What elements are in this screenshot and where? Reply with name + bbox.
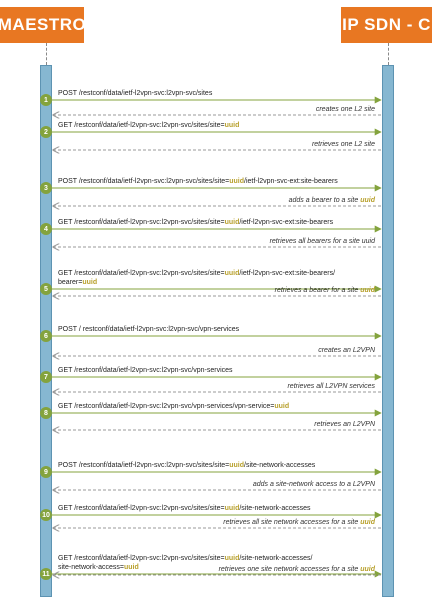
uuid-token: uuid (224, 270, 240, 277)
text-segment: /site-network-accesses (244, 462, 316, 469)
step-number-badge: 7 (40, 371, 52, 383)
uuid-token: uuid (224, 122, 240, 129)
response-label: adds a site-network access to a L2VPN (253, 480, 375, 489)
text-segment: POST / restconf/data/ietf-l2vpn-svc:l2vp… (58, 326, 240, 333)
text-segment: retrieves an L2VPN (314, 421, 375, 428)
step-number-badge: 4 (40, 223, 52, 235)
uuid-token: uuid (360, 566, 375, 573)
text-segment: retrieves a bearer for a site (274, 287, 361, 294)
uuid-token: uuid (360, 287, 375, 294)
text-segment: GET /restconf/data/ietf-l2vpn-svc:l2vpn-… (58, 270, 225, 277)
response-label: retrieves one site network accesses for … (219, 565, 375, 574)
text-segment: site-network-access= (58, 564, 124, 571)
uuid-token: uuid (82, 279, 98, 286)
uuid-token: uuid (360, 519, 375, 526)
response-label: retrieves all site network accesses for … (223, 518, 375, 527)
text-segment: GET /restconf/data/ietf-l2vpn-svc:l2vpn-… (58, 367, 233, 374)
request-label: POST /restconf/data/ietf-l2vpn-svc:l2vpn… (58, 461, 315, 470)
response-label: creates one L2 site (316, 105, 375, 114)
request-label: GET /restconf/data/ietf-l2vpn-svc:l2vpn-… (58, 504, 311, 513)
step-number-badge: 8 (40, 407, 52, 419)
uuid-token: uuid (229, 178, 245, 185)
text-segment: GET /restconf/data/ietf-l2vpn-svc:l2vpn-… (58, 505, 225, 512)
response-label: retrieves an L2VPN (314, 420, 375, 429)
text-segment: GET /restconf/data/ietf-l2vpn-svc:l2vpn-… (58, 122, 225, 129)
step-number-badge: 5 (40, 283, 52, 295)
step-number-badge: 2 (40, 126, 52, 138)
text-segment: /ietf-l2vpn-svc-ext:site-bearers/ (239, 270, 336, 277)
text-segment: GET /restconf/data/ietf-l2vpn-svc:l2vpn-… (58, 403, 275, 410)
step-number-badge: 9 (40, 466, 52, 478)
request-label: GET /restconf/data/ietf-l2vpn-svc:l2vpn-… (58, 121, 239, 130)
step-number-badge: 11 (40, 568, 52, 580)
text-segment: retrieves all L2VPN services (287, 383, 375, 390)
request-label: POST /restconf/data/ietf-l2vpn-svc:l2vpn… (58, 89, 212, 98)
uuid-token: uuid (229, 462, 245, 469)
text-segment: adds a site-network access to a L2VPN (252, 481, 375, 488)
text-segment: POST /restconf/data/ietf-l2vpn-svc:l2vpn… (58, 90, 213, 97)
text-segment: /site-network-accesses/ (239, 555, 313, 562)
step-number-badge: 6 (40, 330, 52, 342)
text-segment: retrieves all bearers for a site uuid (269, 238, 375, 245)
response-label: retrieves one L2 site (312, 140, 375, 149)
text-segment: POST /restconf/data/ietf-l2vpn-svc:l2vpn… (58, 462, 230, 469)
response-label: adds a bearer to a site uuid (289, 196, 375, 205)
text-segment: adds a bearer to a site (288, 197, 361, 204)
request-label: GET /restconf/data/ietf-l2vpn-svc:l2vpn-… (58, 402, 289, 411)
request-label: GET /restconf/data/ietf-l2vpn-svc:l2vpn-… (58, 269, 335, 287)
text-segment: GET /restconf/data/ietf-l2vpn-svc:l2vpn-… (58, 555, 225, 562)
uuid-token: uuid (224, 219, 240, 226)
text-segment: creates an L2VPN (318, 347, 375, 354)
request-label: POST /restconf/data/ietf-l2vpn-svc:l2vpn… (58, 177, 338, 186)
text-segment: retrieves all site network accesses for … (223, 519, 361, 526)
response-label: creates an L2VPN (318, 346, 375, 355)
uuid-token: uuid (274, 403, 290, 410)
text-segment: retrieves one site network accesses for … (218, 566, 361, 573)
text-segment: bearer= (58, 279, 83, 286)
text-segment: creates one L2 site (315, 106, 375, 113)
text-segment: POST /restconf/data/ietf-l2vpn-svc:l2vpn… (58, 178, 230, 185)
uuid-token: uuid (224, 555, 240, 562)
response-label: retrieves a bearer for a site uuid (275, 286, 375, 295)
request-label: GET /restconf/data/ietf-l2vpn-svc:l2vpn-… (58, 366, 233, 375)
step-number-badge: 3 (40, 182, 52, 194)
text-segment: GET /restconf/data/ietf-l2vpn-svc:l2vpn-… (58, 219, 225, 226)
response-label: retrieves all bearers for a site uuid (270, 237, 375, 246)
text-segment: /site-network-accesses (239, 505, 311, 512)
request-label: GET /restconf/data/ietf-l2vpn-svc:l2vpn-… (58, 218, 333, 227)
step-number-badge: 1 (40, 94, 52, 106)
uuid-token: uuid (123, 564, 139, 571)
uuid-token: uuid (360, 197, 375, 204)
request-label: POST / restconf/data/ietf-l2vpn-svc:l2vp… (58, 325, 239, 334)
text-segment: /ietf-l2vpn-svc-ext:site-bearers (239, 219, 334, 226)
text-segment: retrieves one L2 site (311, 141, 375, 148)
step-number-badge: 10 (40, 509, 52, 521)
text-segment: /ietf-l2vpn-svc-ext:site-bearers (244, 178, 338, 185)
response-label: retrieves all L2VPN services (287, 382, 375, 391)
uuid-token: uuid (224, 505, 240, 512)
